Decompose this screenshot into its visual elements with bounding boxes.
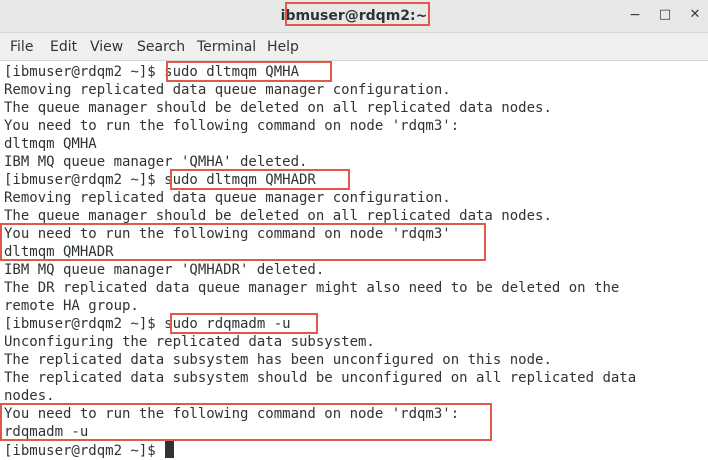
command-highlight-dltmqm-qmha (166, 61, 332, 82)
command-highlight-rdqmadm (170, 313, 318, 334)
output-highlight-rdqm3-rdqmadm (0, 403, 492, 441)
menu-terminal[interactable]: Terminal (197, 39, 256, 55)
terminal-line: remote HA group. (4, 298, 139, 314)
terminal-line: IBM MQ queue manager 'QMHADR' deleted. (4, 262, 325, 278)
terminal-prompt-line[interactable]: [ibmuser@rdqm2 ~]$ (4, 441, 175, 459)
terminal-line: Removing replicated data queue manager c… (4, 190, 451, 206)
terminal-line: You need to run the following command on… (4, 118, 460, 134)
close-icon[interactable]: ✕ (686, 6, 704, 24)
terminal-line: The replicated data subsystem should be … (4, 370, 637, 386)
title-bar: ibmuser@rdqm2:~ − □ ✕ (0, 0, 708, 33)
menu-view[interactable]: View (90, 39, 123, 55)
terminal-line: Removing replicated data queue manager c… (4, 82, 451, 98)
terminal-prompt: [ibmuser@rdqm2 ~]$ (4, 443, 165, 459)
terminal-scrollbar[interactable] (702, 61, 708, 458)
menu-file[interactable]: File (10, 39, 33, 55)
command-highlight-dltmqm-qmhadr (170, 169, 350, 190)
terminal-output[interactable]: [ibmuser@rdqm2 ~]$ sudo dltmqm QMHA Remo… (0, 61, 708, 459)
menu-search[interactable]: Search (137, 39, 185, 55)
menu-edit[interactable]: Edit (50, 39, 77, 55)
terminal-line: Unconfiguring the replicated data subsys… (4, 334, 375, 350)
terminal-line: dltmqm QMHA (4, 136, 97, 152)
maximize-icon[interactable]: □ (656, 6, 674, 24)
minimize-icon[interactable]: − (626, 6, 644, 24)
menu-bar: File Edit View Search Terminal Help (0, 33, 708, 61)
terminal-line: The DR replicated data queue manager mig… (4, 280, 620, 296)
text-cursor (165, 441, 175, 458)
menu-help[interactable]: Help (267, 39, 299, 55)
output-highlight-rdqm3-qmhadr (0, 223, 486, 261)
terminal-line: The replicated data subsystem has been u… (4, 352, 552, 368)
terminal-line: The queue manager should be deleted on a… (4, 100, 552, 116)
title-highlight-box (285, 2, 430, 26)
